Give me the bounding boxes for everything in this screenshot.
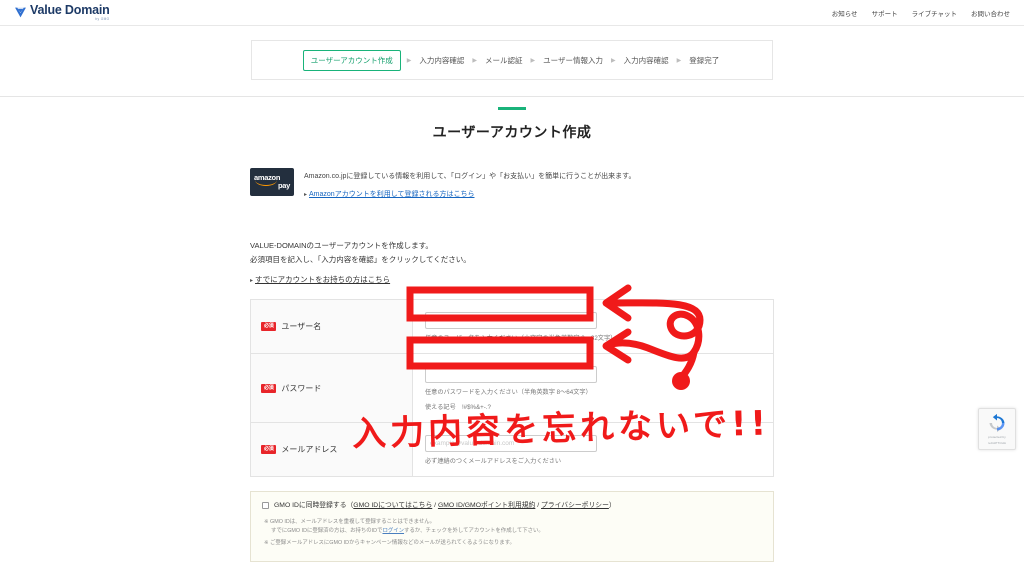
title-accent-bar bbox=[498, 107, 526, 110]
page-title: ユーザーアカウント作成 bbox=[432, 124, 592, 140]
header-nav: お知らせ サポート ライブチャット お問い合わせ bbox=[832, 8, 1010, 18]
logo-text: Value Domain bbox=[30, 2, 110, 17]
gmo-id-notes: ※ GMO IDは、メールアドレスを重複して登録することはできません。 すでにG… bbox=[262, 518, 762, 548]
recaptcha-badge[interactable]: protected by reCAPTCHA bbox=[978, 408, 1016, 450]
progress-stepper-section: ユーザーアカウント作成 ▶ 入力内容確認 ▶ メール認証 ▶ ユーザー情報入力 … bbox=[0, 26, 1024, 97]
gmo-id-checkbox-row[interactable]: GMO IDに同時登録する（GMO IDについてはこちら / GMO ID/GM… bbox=[262, 501, 762, 510]
gmo-links-close-paren: ） bbox=[608, 502, 616, 509]
gmo-login-link[interactable]: ログイン bbox=[382, 528, 404, 534]
step-separator-icon: ▶ bbox=[530, 57, 536, 64]
existing-account-link[interactable]: すでにアカウントをお持ちの方はこちら bbox=[255, 274, 390, 285]
nav-item-contact[interactable]: お問い合わせ bbox=[971, 8, 1010, 18]
step-separator-icon: ▶ bbox=[611, 57, 616, 64]
form-row-username: 必須 ユーザー名 任意のユーザー名を入力ください（小文字の半角英数字 3〜32文… bbox=[251, 300, 773, 354]
gmo-note-1-sub-a: すでにGMO IDに登録済の方は、お持ちのIDで bbox=[271, 528, 383, 534]
username-hint: 任意のユーザー名を入力ください（小文字の半角英数字 3〜32文字） bbox=[425, 335, 617, 342]
existing-account-row: ▸ すでにアカウントをお持ちの方はこちら bbox=[250, 267, 774, 287]
site-logo[interactable]: Value Domain by GMO bbox=[14, 2, 110, 22]
site-header: Value Domain by GMO お知らせ サポート ライブチャット お問… bbox=[0, 0, 1024, 26]
intro-line-2: 必須項目を記入し、「入力内容を確認」をクリックしてください。 bbox=[250, 255, 471, 264]
nav-item-live-chat[interactable]: ライブチャット bbox=[912, 8, 957, 18]
gmo-note-1: ※ GMO IDは、メールアドレスを重複して登録することはできません。 すでにG… bbox=[264, 518, 762, 536]
gmo-note-1-text: ※ GMO IDは、メールアドレスを重複して登録することはできません。 bbox=[264, 519, 436, 525]
amazon-pay-section: amazon pay Amazon.co.jpに登録している情報を利用して、「ロ… bbox=[250, 168, 774, 201]
gmo-id-checkbox-label: GMO IDに同時登録する bbox=[274, 502, 347, 509]
gmo-id-checkbox-text: GMO IDに同時登録する（GMO IDについてはこちら / GMO ID/GM… bbox=[274, 501, 616, 510]
amazon-pay-link-row: ▸ Amazonアカウントを利用して登録される方はこちら bbox=[304, 183, 635, 201]
recaptcha-icon bbox=[989, 413, 1005, 433]
progress-stepper: ユーザーアカウント作成 ▶ 入力内容確認 ▶ メール認証 ▶ ユーザー情報入力 … bbox=[251, 40, 773, 80]
password-label: パスワード bbox=[281, 383, 322, 393]
logo-subtext: by GMO bbox=[95, 17, 110, 22]
gmo-note-2: ※ ご登録メールアドレスにGMO IDからキャンペーン情報などのメールが送られて… bbox=[264, 540, 515, 546]
step-confirm-input-2: 入力内容確認 bbox=[623, 55, 669, 65]
gmo-note-1-sub: すでにGMO IDに登録済の方は、お持ちのIDでログインするか、チェックを外して… bbox=[264, 527, 762, 536]
step-create-account[interactable]: ユーザーアカウント作成 bbox=[302, 49, 401, 71]
required-badge: 必須 bbox=[261, 445, 277, 454]
required-badge: 必須 bbox=[261, 322, 277, 331]
step-separator-icon: ▶ bbox=[676, 57, 682, 64]
caret-right-icon: ▸ bbox=[304, 192, 308, 198]
nav-item-news[interactable]: お知らせ bbox=[832, 8, 858, 18]
nav-item-support[interactable]: サポート bbox=[872, 8, 898, 18]
gmo-privacy-policy-link[interactable]: プライバシーポリシー bbox=[541, 502, 609, 509]
value-domain-mark-icon bbox=[15, 7, 26, 18]
form-label-username: 必須 ユーザー名 bbox=[251, 300, 413, 353]
step-email-verification: メール認証 bbox=[485, 55, 523, 65]
gmo-id-checkbox[interactable] bbox=[262, 502, 269, 509]
page-title-block: ユーザーアカウント作成 bbox=[0, 97, 1024, 142]
form-field-username: 任意のユーザー名を入力ください（小文字の半角英数字 3〜32文字） bbox=[413, 300, 773, 353]
intro-text-block: VALUE-DOMAINのユーザーアカウントを作成します。 必須項目を記入し、「… bbox=[250, 239, 774, 287]
username-input[interactable] bbox=[425, 312, 597, 329]
username-label: ユーザー名 bbox=[281, 322, 322, 331]
amazon-account-register-link[interactable]: Amazonアカウントを利用して登録される方はこちら bbox=[309, 189, 474, 199]
required-badge: 必須 bbox=[261, 383, 277, 393]
recaptcha-brand-text: reCAPTCHA bbox=[988, 441, 1006, 445]
amazon-pay-description: Amazon.co.jpに登録している情報を利用して、「ログイン」や「お支払い」… bbox=[304, 173, 636, 180]
gmo-id-terms-link[interactable]: GMO ID/GMOポイント利用規約 bbox=[438, 502, 535, 509]
gmo-id-section: GMO IDに同時登録する（GMO IDについてはこちら / GMO ID/GM… bbox=[250, 491, 774, 562]
step-separator-icon: ▶ bbox=[406, 57, 412, 64]
recaptcha-protected-text: protected by bbox=[988, 435, 1006, 439]
gmo-id-about-link[interactable]: GMO IDについてはこちら bbox=[353, 502, 432, 509]
amazon-pay-logo-icon: amazon pay bbox=[250, 168, 294, 196]
intro-line-1: VALUE-DOMAINのユーザーアカウントを作成します。 bbox=[250, 241, 433, 250]
email-label: メールアドレス bbox=[281, 445, 338, 454]
amazon-pay-text: Amazon.co.jpに登録している情報を利用して、「ログイン」や「お支払い」… bbox=[304, 168, 635, 201]
password-input[interactable] bbox=[425, 366, 597, 383]
caret-right-icon: ▸ bbox=[250, 278, 254, 284]
step-registration-complete: 登録完了 bbox=[689, 55, 720, 65]
step-separator-icon: ▶ bbox=[472, 57, 478, 64]
step-confirm-input-1: 入力内容確認 bbox=[419, 55, 465, 65]
step-user-info-input: ユーザー情報入力 bbox=[543, 55, 604, 65]
gmo-note-1-sub-b: するか、チェックを外してアカウントを作成して下さい。 bbox=[404, 528, 544, 534]
email-hint: 必ず連絡のつくメールアドレスをご入力ください bbox=[425, 458, 562, 465]
main-content: amazon pay Amazon.co.jpに登録している情報を利用して、「ロ… bbox=[250, 142, 774, 576]
